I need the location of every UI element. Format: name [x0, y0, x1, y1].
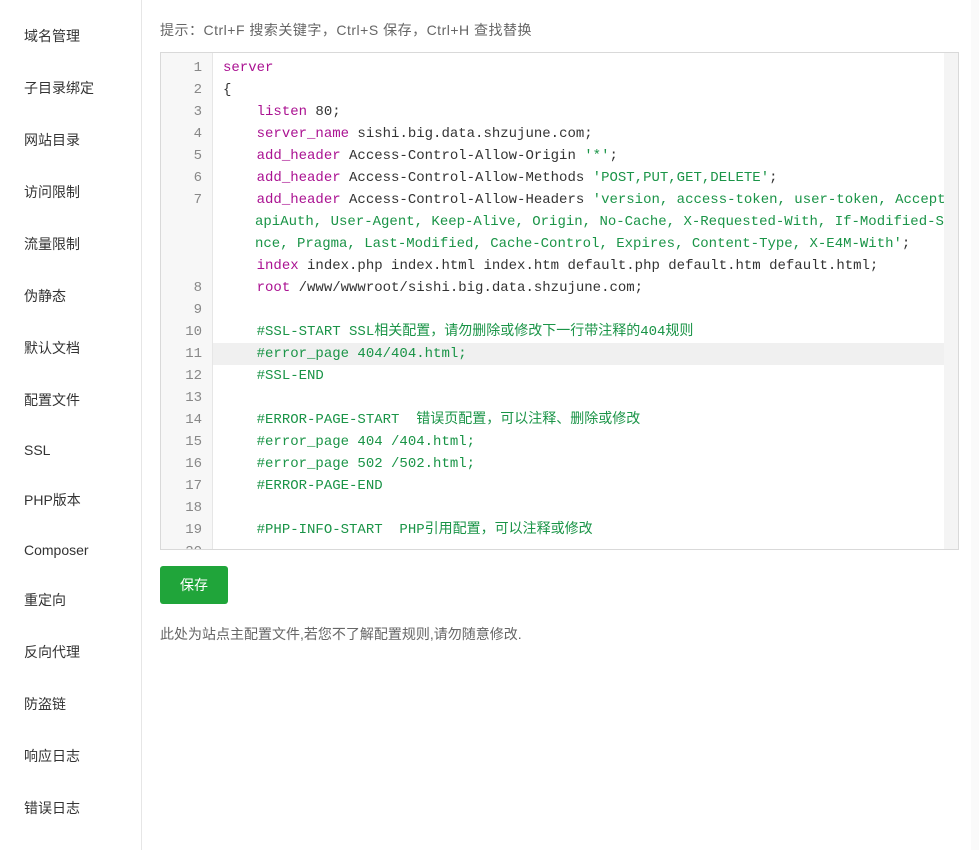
sidebar-item-redirect[interactable]: 重定向: [0, 574, 141, 626]
sidebar-item-error-log[interactable]: 错误日志: [0, 782, 141, 834]
code-line[interactable]: #error_page 502 /502.html;: [223, 453, 958, 475]
sidebar-item-subdir-binding[interactable]: 子目录绑定: [0, 62, 141, 114]
line-number: 15: [161, 431, 202, 453]
line-number: 10: [161, 321, 202, 343]
code-area[interactable]: server{ listen 80; server_name sishi.big…: [213, 53, 958, 549]
save-button[interactable]: 保存: [160, 566, 228, 604]
line-number: 2: [161, 79, 202, 101]
line-number: 8: [161, 277, 202, 299]
code-line[interactable]: [223, 299, 958, 321]
panel-scrollbar[interactable]: [971, 0, 979, 850]
sidebar-item-access-restriction[interactable]: 访问限制: [0, 166, 141, 218]
sidebar-item-domain-management[interactable]: 域名管理: [0, 10, 141, 62]
sidebar-item-site-directory[interactable]: 网站目录: [0, 114, 141, 166]
sidebar-item-composer[interactable]: Composer: [0, 526, 141, 574]
code-line[interactable]: #error_page 404 /404.html;: [223, 431, 958, 453]
line-number: 7: [161, 189, 202, 277]
line-number: 14: [161, 409, 202, 431]
line-number-gutter: 1234567891011121314151617181920: [161, 53, 213, 549]
line-number: 16: [161, 453, 202, 475]
code-line[interactable]: #SSL-END: [223, 365, 958, 387]
code-line[interactable]: [223, 497, 958, 519]
code-line[interactable]: #error_page 404/404.html;: [213, 343, 958, 365]
line-number: 18: [161, 497, 202, 519]
line-number: 20: [161, 541, 202, 550]
line-number: 6: [161, 167, 202, 189]
code-line[interactable]: index index.php index.html index.htm def…: [223, 255, 958, 277]
editor-scrollbar[interactable]: [944, 53, 958, 549]
sidebar-item-ssl[interactable]: SSL: [0, 426, 141, 474]
sidebar-item-response-log[interactable]: 响应日志: [0, 730, 141, 782]
code-line[interactable]: #SSL-START SSL相关配置，请勿删除或修改下一行带注释的404规则: [223, 321, 958, 343]
code-line[interactable]: [223, 387, 958, 409]
line-number: 12: [161, 365, 202, 387]
line-number: 9: [161, 299, 202, 321]
line-number: 1: [161, 57, 202, 79]
code-line[interactable]: root /www/wwwroot/sishi.big.data.shzujun…: [223, 277, 958, 299]
code-line[interactable]: add_header Access-Control-Allow-Methods …: [223, 167, 958, 189]
code-line[interactable]: #PHP-INFO-START PHP引用配置，可以注释或修改: [223, 519, 958, 541]
sidebar-item-reverse-proxy[interactable]: 反向代理: [0, 626, 141, 678]
sidebar-item-default-document[interactable]: 默认文档: [0, 322, 141, 374]
sidebar: 域名管理子目录绑定网站目录访问限制流量限制伪静态默认文档配置文件SSLPHP版本…: [0, 0, 142, 850]
footer-note: 此处为站点主配置文件,若您不了解配置规则,请勿随意修改.: [160, 624, 959, 644]
line-number: 3: [161, 101, 202, 123]
code-line[interactable]: #ERROR-PAGE-START 错误页配置，可以注释、删除或修改: [223, 409, 958, 431]
code-editor[interactable]: 1234567891011121314151617181920 server{ …: [160, 52, 959, 550]
line-number: 11: [161, 343, 202, 365]
line-number: 4: [161, 123, 202, 145]
code-line[interactable]: add_header Access-Control-Allow-Headers …: [223, 189, 958, 255]
sidebar-item-rewrite[interactable]: 伪静态: [0, 270, 141, 322]
sidebar-item-php-version[interactable]: PHP版本: [0, 474, 141, 526]
line-number: 13: [161, 387, 202, 409]
main-content: 提示：Ctrl+F 搜索关键字，Ctrl+S 保存，Ctrl+H 查找替换 12…: [142, 0, 979, 850]
code-line[interactable]: {: [223, 79, 958, 101]
sidebar-item-anti-leech[interactable]: 防盗链: [0, 678, 141, 730]
sidebar-item-config-file[interactable]: 配置文件: [0, 374, 141, 426]
sidebar-item-traffic-limit[interactable]: 流量限制: [0, 218, 141, 270]
line-number: 19: [161, 519, 202, 541]
code-line[interactable]: listen 80;: [223, 101, 958, 123]
code-line[interactable]: add_header Access-Control-Allow-Origin '…: [223, 145, 958, 167]
button-row: 保存: [160, 566, 959, 604]
hint-text: 提示：Ctrl+F 搜索关键字，Ctrl+S 保存，Ctrl+H 查找替换: [160, 20, 959, 40]
code-line[interactable]: server: [223, 57, 958, 79]
code-line[interactable]: server_name sishi.big.data.shzujune.com;: [223, 123, 958, 145]
code-line[interactable]: #ERROR-PAGE-END: [223, 475, 958, 497]
line-number: 17: [161, 475, 202, 497]
line-number: 5: [161, 145, 202, 167]
